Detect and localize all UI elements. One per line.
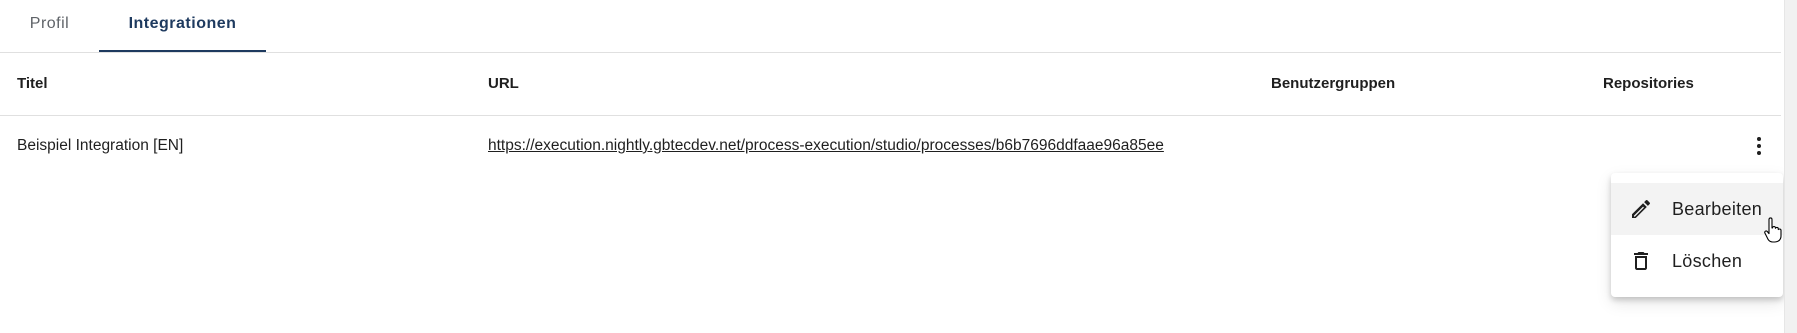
menu-item-edit-label: Bearbeiten <box>1672 199 1763 219</box>
vertical-scrollbar[interactable] <box>1784 0 1797 333</box>
table-header-row: Titel URL Benutzergruppen Repositories <box>0 53 1781 116</box>
pencil-icon <box>1632 199 1651 218</box>
column-header-title[interactable]: Titel <box>17 53 48 115</box>
tab-profil[interactable]: Profil <box>0 0 99 52</box>
row-title: Beispiel Integration [EN] <box>17 137 184 154</box>
integrations-page: Profil Integrationen Titel URL Benutzerg… <box>0 0 1797 333</box>
trash-icon <box>1634 252 1648 270</box>
more-vert-icon <box>1757 137 1761 155</box>
menu-item-delete-label: Löschen <box>1672 251 1743 271</box>
active-tab-indicator <box>99 50 266 52</box>
table-row[interactable]: Beispiel Integration [EN] https://execut… <box>0 116 1781 176</box>
tab-integrationen[interactable]: Integrationen <box>99 0 266 52</box>
menu-item-delete[interactable]: Löschen <box>1611 235 1783 287</box>
hand-cursor-icon <box>1764 217 1782 243</box>
column-header-url[interactable]: URL <box>488 53 519 115</box>
row-actions-button[interactable] <box>1741 128 1777 164</box>
tab-bar: Profil Integrationen <box>0 0 1781 53</box>
integrations-table: Titel URL Benutzergruppen Repositories B… <box>0 53 1781 176</box>
row-url-link[interactable]: https://execution.nightly.gbtecdev.net/p… <box>488 116 1232 176</box>
row-context-menu: Bearbeiten Löschen <box>1611 173 1783 297</box>
column-header-groups[interactable]: Benutzergruppen <box>1271 53 1395 115</box>
column-header-repositories[interactable]: Repositories <box>1603 53 1694 115</box>
menu-item-edit[interactable]: Bearbeiten <box>1611 183 1783 235</box>
